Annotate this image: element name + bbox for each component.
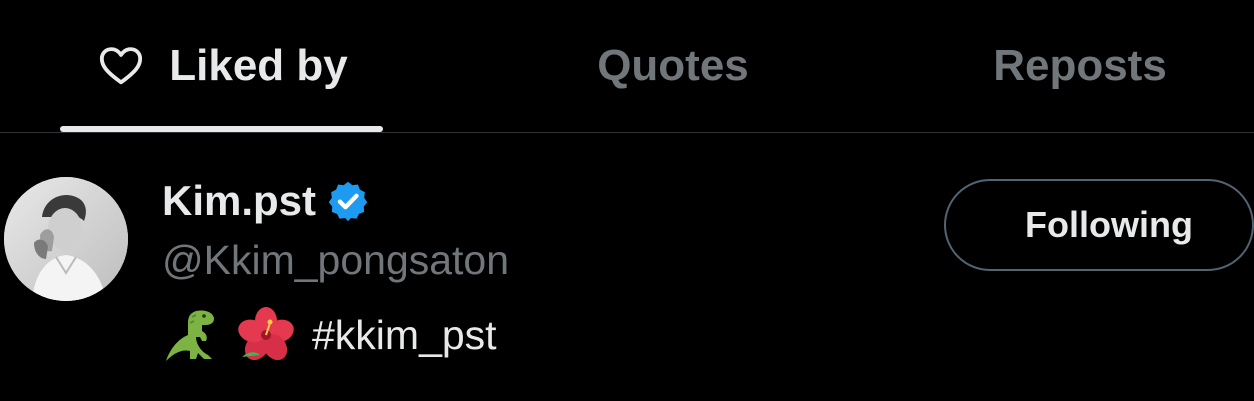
tab-quotes-label: Quotes [597, 41, 749, 90]
user-list-item[interactable]: Kim.pst @Kkim_pongsaton #kkim_pst Follow… [0, 133, 1254, 401]
following-button[interactable]: Following [944, 179, 1254, 271]
verified-badge-icon [328, 181, 368, 222]
engagement-tabs: Liked by Quotes Reposts [0, 0, 1254, 133]
tab-reposts[interactable]: Reposts [960, 0, 1200, 132]
avatar-photo-icon [4, 177, 128, 301]
tab-liked-by[interactable]: Liked by [60, 0, 383, 132]
active-tab-indicator [60, 126, 383, 132]
t-rex-emoji-icon [166, 310, 214, 361]
tab-reposts-label: Reposts [993, 41, 1167, 90]
user-handle: @Kkim_pongsaton [162, 237, 510, 283]
bio-hashtag[interactable]: #kkim_pst [312, 312, 497, 359]
liked-by-screen: Liked by Quotes Reposts Kim.pst @Kkim_po… [0, 0, 1254, 401]
display-name-row: Kim.pst [162, 177, 370, 225]
avatar[interactable] [4, 177, 128, 301]
heart-outline-icon [100, 47, 143, 85]
tab-quotes[interactable]: Quotes [560, 0, 786, 132]
user-bio: #kkim_pst [162, 307, 497, 363]
hibiscus-emoji-icon [238, 307, 294, 361]
tab-liked-by-label: Liked by [169, 41, 348, 90]
display-name[interactable]: Kim.pst [162, 177, 316, 225]
